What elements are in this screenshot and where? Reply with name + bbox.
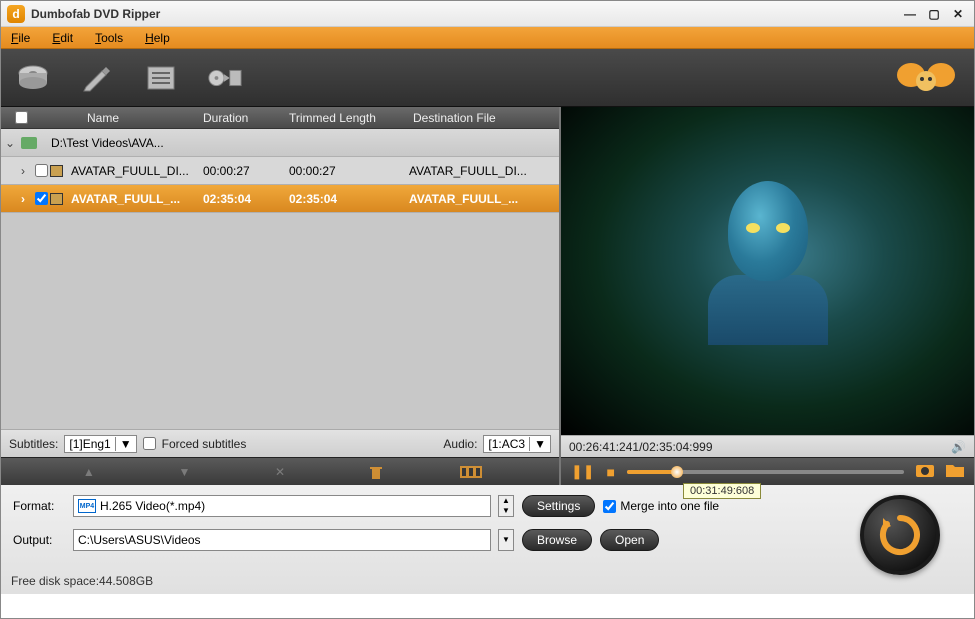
- video-preview[interactable]: [561, 107, 974, 435]
- seek-tooltip: 00:31:49:608: [683, 483, 761, 499]
- format-stepper[interactable]: ▲▼: [498, 495, 514, 517]
- row-name: AVATAR_FUULL_...: [71, 192, 180, 206]
- move-down-button[interactable]: ▼: [169, 462, 199, 482]
- settings-button[interactable]: Settings: [522, 495, 595, 517]
- table-row[interactable]: ⌄ D:\Test Videos\AVA...: [1, 129, 559, 157]
- audio-label: Audio:: [443, 437, 477, 451]
- brand-logo-icon: [896, 55, 956, 101]
- expand-icon[interactable]: ⌄: [5, 136, 19, 150]
- table-row[interactable]: › AVATAR_FUULL_... 02:35:04 02:35:04 AVA…: [1, 185, 559, 213]
- menu-edit[interactable]: Edit: [52, 31, 73, 45]
- edit-button[interactable]: [79, 60, 115, 96]
- minimize-button[interactable]: —: [900, 6, 920, 22]
- maximize-button[interactable]: ▢: [924, 6, 944, 22]
- row-dest: AVATAR_FUULL_DI...: [409, 164, 559, 178]
- audio-dropdown[interactable]: [1:AC3▼: [483, 435, 551, 453]
- chevron-down-icon: ▼: [115, 437, 132, 451]
- menu-file[interactable]: File: [11, 31, 30, 45]
- merge-label: Merge into one file: [620, 499, 719, 513]
- dvd-icon: [21, 137, 37, 149]
- bottom-panel: 00:31:49:608 Format: MP4 H.265 Video(*.m…: [1, 485, 974, 594]
- load-disc-button[interactable]: [15, 60, 51, 96]
- subtitles-dropdown[interactable]: [1]Eng1▼: [64, 435, 136, 453]
- row-trimmed: 00:00:27: [289, 164, 409, 178]
- toolbar: [1, 49, 974, 107]
- move-up-button[interactable]: ▲: [74, 462, 104, 482]
- preview-pane: 00:26:41:241/02:35:04:999 🔊 ❚❚ ■: [561, 107, 974, 485]
- total-time: 02:35:04:999: [642, 440, 712, 454]
- format-label: Format:: [13, 499, 65, 513]
- time-display-bar: 00:26:41:241/02:35:04:999 🔊: [561, 435, 974, 457]
- col-name[interactable]: Name: [41, 111, 203, 125]
- select-all-checkbox[interactable]: [15, 111, 28, 124]
- open-button[interactable]: Open: [600, 529, 659, 551]
- start-rip-button[interactable]: [860, 495, 940, 575]
- subtitle-audio-bar: Subtitles: [1]Eng1▼ Forced subtitles Aud…: [1, 429, 559, 457]
- col-trimmed[interactable]: Trimmed Length: [289, 111, 409, 125]
- title-bar: d Dumbofab DVD Ripper — ▢ ✕: [1, 1, 974, 27]
- stop-button[interactable]: ■: [606, 464, 614, 480]
- row-name: D:\Test Videos\AVA...: [51, 136, 164, 150]
- film-icon: [50, 165, 63, 177]
- browse-button[interactable]: Browse: [522, 529, 592, 551]
- forced-subtitles-checkbox[interactable]: [143, 437, 156, 450]
- format-input[interactable]: MP4 H.265 Video(*.mp4): [73, 495, 491, 517]
- expand-icon[interactable]: ›: [21, 164, 33, 178]
- format-icon: MP4: [78, 499, 96, 513]
- pause-button[interactable]: ❚❚: [571, 463, 594, 480]
- row-checkbox[interactable]: [35, 192, 48, 205]
- app-logo-icon: d: [7, 5, 25, 23]
- row-dest: AVATAR_FUULL_...: [409, 192, 559, 206]
- file-list-pane: Name Duration Trimmed Length Destination…: [1, 107, 561, 485]
- chevron-down-icon: ▼: [529, 437, 546, 451]
- menu-bar: File Edit Tools Help: [1, 27, 974, 49]
- output-dropdown-button[interactable]: ▼: [498, 529, 514, 551]
- forced-subtitles-label: Forced subtitles: [162, 437, 247, 451]
- film-icon: [50, 193, 63, 205]
- playback-bar: ❚❚ ■: [561, 457, 974, 485]
- subtitles-label: Subtitles:: [9, 437, 58, 451]
- merge-checkbox[interactable]: [603, 500, 616, 513]
- output-input[interactable]: C:\Users\ASUS\Videos: [73, 529, 491, 551]
- row-trimmed: 02:35:04: [289, 192, 409, 206]
- col-duration[interactable]: Duration: [203, 111, 289, 125]
- window-title: Dumbofab DVD Ripper: [31, 7, 896, 21]
- free-space-label: Free disk space:44.508GB: [11, 574, 153, 588]
- row-duration: 02:35:04: [203, 192, 289, 206]
- convert-button[interactable]: [207, 60, 243, 96]
- volume-icon[interactable]: 🔊: [951, 440, 966, 454]
- list-button[interactable]: [143, 60, 179, 96]
- row-duration: 00:00:27: [203, 164, 289, 178]
- current-time: 00:26:41:241: [569, 440, 639, 454]
- remove-button[interactable]: ✕: [265, 462, 295, 482]
- table-row[interactable]: › AVATAR_FUULL_DI... 00:00:27 00:00:27 A…: [1, 157, 559, 185]
- close-button[interactable]: ✕: [948, 6, 968, 22]
- seek-thumb[interactable]: [671, 466, 683, 478]
- clear-button[interactable]: [361, 462, 391, 482]
- menu-help[interactable]: Help: [145, 31, 170, 45]
- row-checkbox[interactable]: [35, 164, 48, 177]
- crop-button[interactable]: [456, 462, 486, 482]
- snapshot-button[interactable]: [916, 463, 934, 480]
- table-body: ⌄ D:\Test Videos\AVA... › AVATAR_FUULL_D…: [1, 129, 559, 429]
- list-actions-bar: ▲ ▼ ✕: [1, 457, 559, 485]
- expand-icon[interactable]: ›: [21, 192, 33, 206]
- row-name: AVATAR_FUULL_DI...: [71, 164, 189, 178]
- output-label: Output:: [13, 533, 65, 547]
- folder-button[interactable]: [946, 463, 964, 480]
- seek-slider[interactable]: [627, 470, 904, 474]
- table-header: Name Duration Trimmed Length Destination…: [1, 107, 559, 129]
- col-destination[interactable]: Destination File: [409, 111, 559, 125]
- menu-tools[interactable]: Tools: [95, 31, 123, 45]
